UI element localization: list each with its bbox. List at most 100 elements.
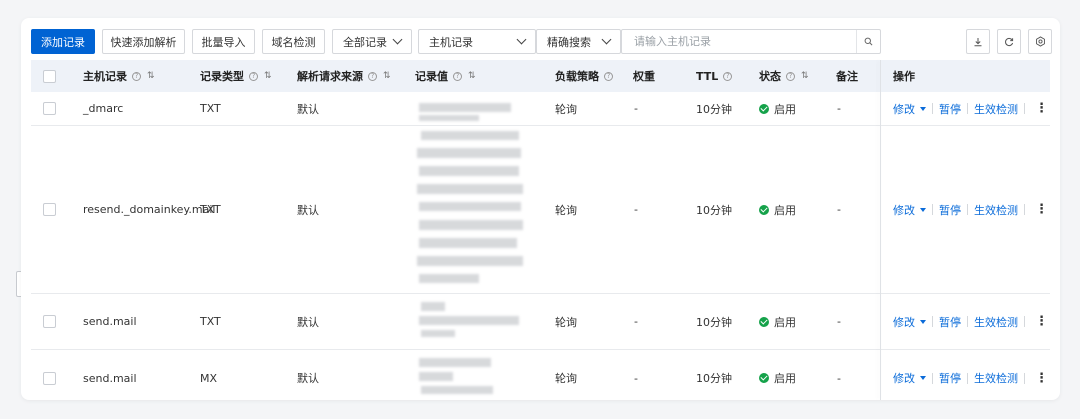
caret-down-icon[interactable] (920, 207, 926, 212)
type-cell: MX (200, 371, 218, 385)
remark-cell: - (837, 371, 841, 385)
domain-check-button[interactable]: 域名检测 (262, 29, 325, 54)
verify-link[interactable]: 生效检测 (974, 202, 1018, 218)
field-select[interactable]: 主机记录 (418, 29, 536, 54)
source-cell: 默认 (297, 315, 319, 329)
row-checkbox[interactable] (43, 203, 56, 216)
edit-link[interactable]: 修改 (893, 101, 915, 117)
divider (967, 204, 968, 215)
sort-icon[interactable]: ⇅ (264, 71, 271, 81)
column-weight: 权重 (633, 60, 655, 92)
host-cell: send.mail (83, 315, 137, 328)
refresh-button[interactable] (997, 29, 1021, 54)
download-icon (974, 37, 982, 46)
remark-cell: - (837, 102, 841, 115)
caret-down-icon[interactable] (920, 319, 926, 324)
weight-cell: - (634, 371, 638, 385)
column-remark: 备注 (836, 60, 858, 92)
quick-add-button[interactable]: 快速添加解析 (102, 29, 185, 54)
weight-cell: - (634, 102, 638, 115)
host-cell: _dmarc (83, 102, 124, 115)
column-value: 记录值 ? ⇅ (415, 60, 475, 92)
toolbar: 添加记录 快速添加解析 批量导入 域名检测 全部记录 主机记录 精确搜索 (31, 29, 1052, 54)
help-icon[interactable]: ? (132, 71, 141, 81)
column-ttl-label: TTL (696, 69, 719, 83)
search-input[interactable] (622, 30, 856, 53)
pause-link[interactable]: 暂停 (939, 370, 961, 386)
sort-icon[interactable]: ⇅ (383, 71, 390, 81)
column-ops-label: 操作 (893, 70, 915, 83)
host-cell: send.mail (83, 371, 137, 385)
source-cell: 默认 (297, 102, 319, 116)
more-menu-icon[interactable]: ⋮ (1035, 371, 1048, 386)
column-type-label: 记录类型 (200, 70, 244, 83)
ops-cell: 修改 暂停 生效检测 ⋮ (893, 126, 1048, 293)
type-cell: TXT (200, 203, 221, 216)
status-cell: 启用 (759, 92, 796, 125)
divider (932, 204, 933, 215)
verify-link[interactable]: 生效检测 (974, 370, 1018, 386)
record-filter-select[interactable]: 全部记录 (332, 29, 412, 54)
help-icon[interactable]: ? (453, 71, 462, 81)
status-label: 启用 (774, 372, 796, 385)
policy-cell: 轮询 (555, 102, 577, 116)
divider (932, 103, 933, 114)
row-checkbox-cell[interactable] (43, 126, 56, 293)
help-icon[interactable]: ? (368, 71, 377, 81)
row-checkbox[interactable] (43, 102, 56, 115)
remark-cell: - (837, 315, 841, 328)
verify-link[interactable]: 生效检测 (974, 101, 1018, 117)
caret-down-icon[interactable] (920, 106, 926, 111)
table-header: 主机记录 ? ⇅ 记录类型 ? ⇅ 解析请求来源 ? ⇅ 记录值 ? ⇅ 负载策… (31, 60, 1050, 92)
status-cell: 启用 (759, 294, 796, 349)
column-source: 解析请求来源 ? ⇅ (297, 60, 390, 92)
more-menu-icon[interactable]: ⋮ (1035, 202, 1048, 217)
pause-link[interactable]: 暂停 (939, 101, 961, 117)
record-filter-value: 全部记录 (343, 35, 387, 49)
ttl-cell: 10分钟 (696, 315, 732, 329)
help-icon[interactable]: ? (786, 71, 795, 81)
sort-icon[interactable]: ⇅ (468, 71, 475, 81)
help-icon[interactable]: ? (249, 71, 258, 81)
select-all-checkbox-cell[interactable] (43, 60, 56, 92)
row-checkbox-cell[interactable] (43, 350, 56, 400)
caret-down-icon[interactable] (920, 376, 926, 380)
search-icon (864, 37, 873, 46)
ttl-cell: 10分钟 (696, 203, 732, 217)
sort-icon[interactable]: ⇅ (147, 71, 154, 81)
download-button[interactable] (966, 29, 990, 54)
column-policy-label: 负载策略 (555, 70, 599, 83)
batch-import-button[interactable]: 批量导入 (192, 29, 255, 54)
select-all-checkbox[interactable] (43, 69, 56, 83)
column-status: 状态 ? ⇅ (759, 60, 808, 92)
row-checkbox[interactable] (43, 315, 56, 328)
check-circle-icon (759, 103, 769, 114)
settings-button[interactable] (1028, 29, 1052, 54)
policy-cell: 轮询 (555, 372, 577, 385)
more-menu-icon[interactable]: ⋮ (1035, 101, 1048, 116)
sort-icon[interactable]: ⇅ (801, 71, 808, 81)
row-checkbox-cell[interactable] (43, 92, 56, 125)
pause-link[interactable]: 暂停 (939, 202, 961, 218)
help-icon[interactable]: ? (723, 71, 733, 81)
check-circle-icon (759, 373, 769, 383)
weight-cell: - (634, 203, 638, 216)
divider (967, 372, 968, 384)
edit-link[interactable]: 修改 (893, 314, 915, 330)
row-checkbox-cell[interactable] (43, 294, 56, 349)
edit-link[interactable]: 修改 (893, 370, 915, 386)
more-menu-icon[interactable]: ⋮ (1035, 314, 1048, 329)
type-cell: TXT (200, 102, 221, 115)
row-checkbox[interactable] (43, 371, 56, 385)
gear-icon (1035, 36, 1045, 47)
divider (1024, 204, 1025, 215)
divider (1024, 103, 1025, 114)
pause-link[interactable]: 暂停 (939, 314, 961, 330)
verify-link[interactable]: 生效检测 (974, 314, 1018, 330)
edit-link[interactable]: 修改 (893, 202, 915, 218)
search-button[interactable] (856, 30, 880, 53)
match-mode-select[interactable]: 精确搜索 (536, 29, 621, 54)
table-row: send.mail MX 默认 轮询 - 10分钟 启用 - 修改 暂停 生效检… (31, 350, 1050, 400)
help-icon[interactable]: ? (604, 71, 613, 81)
add-record-button[interactable]: 添加记录 (31, 29, 95, 54)
